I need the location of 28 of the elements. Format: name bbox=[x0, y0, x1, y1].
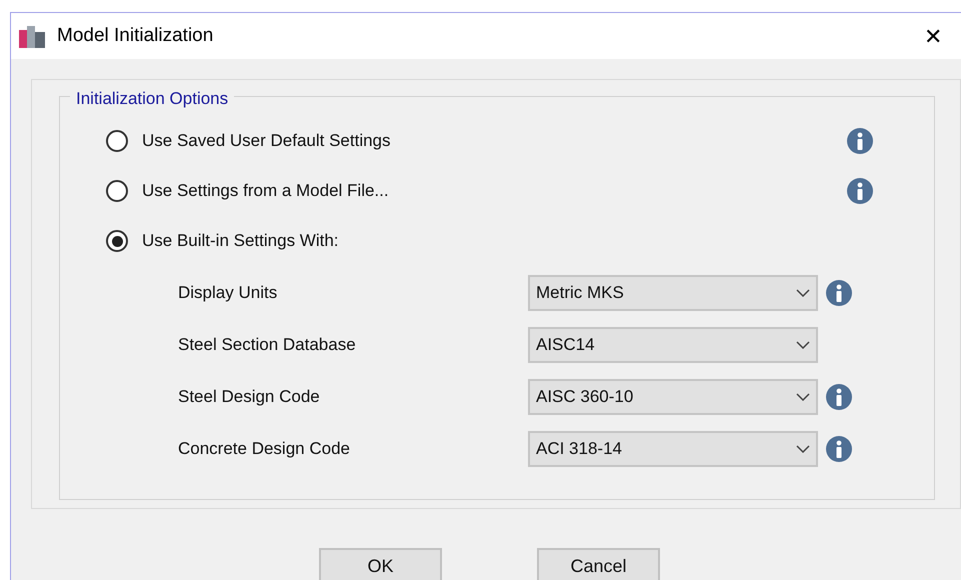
chevron-down-icon bbox=[796, 289, 810, 297]
setting-label: Display Units bbox=[178, 282, 278, 304]
radio-button[interactable] bbox=[106, 230, 128, 252]
info-icon[interactable] bbox=[846, 127, 874, 155]
window-title: Model Initialization bbox=[57, 24, 214, 48]
radio-button[interactable] bbox=[106, 180, 128, 202]
option-label: Use Built-in Settings With: bbox=[142, 230, 340, 252]
chevron-down-icon bbox=[796, 393, 810, 401]
option-label: Use Settings from a Model File... bbox=[142, 180, 390, 202]
dialog-button[interactable]: Cancel bbox=[537, 548, 660, 580]
info-icon[interactable] bbox=[825, 279, 853, 307]
dropdown[interactable]: Metric MKS bbox=[528, 275, 818, 311]
info-icon[interactable] bbox=[825, 435, 853, 463]
setting-label: Steel Section Database bbox=[178, 334, 357, 356]
info-icon[interactable] bbox=[825, 383, 853, 411]
option-label: Use Saved User Default Settings bbox=[142, 130, 392, 152]
dialog-button[interactable]: OK bbox=[319, 548, 442, 580]
setting-label: Steel Design Code bbox=[178, 386, 321, 408]
dropdown[interactable]: AISC14 bbox=[528, 327, 818, 363]
dropdown[interactable]: ACI 318-14 bbox=[528, 431, 818, 467]
dropdown[interactable]: AISC 360-10 bbox=[528, 379, 818, 415]
setting-label: Concrete Design Code bbox=[178, 438, 351, 460]
app-icon bbox=[19, 24, 47, 48]
radio-button[interactable] bbox=[106, 130, 128, 152]
chevron-down-icon bbox=[796, 341, 810, 349]
info-icon[interactable] bbox=[846, 177, 874, 205]
chevron-down-icon bbox=[796, 445, 810, 453]
close-button[interactable]: ✕ bbox=[913, 20, 953, 52]
